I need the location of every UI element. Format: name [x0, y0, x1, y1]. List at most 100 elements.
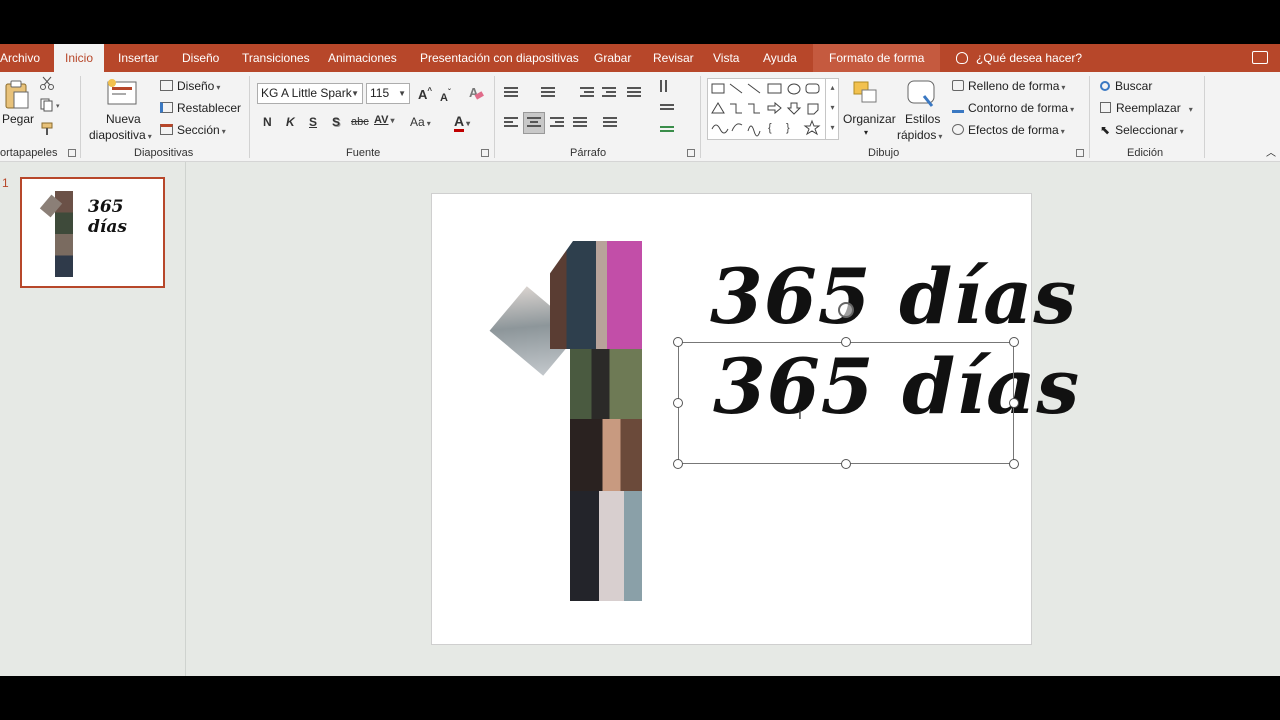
effects-icon: [952, 124, 964, 135]
tab-vista[interactable]: Vista: [713, 44, 739, 72]
comments-icon[interactable]: [1252, 51, 1268, 64]
shadow-button[interactable]: S: [332, 115, 340, 129]
tab-transiciones[interactable]: Transiciones: [242, 44, 310, 72]
tab-presentacion[interactable]: Presentación con diapositivas: [420, 44, 579, 72]
slide-thumbnail[interactable]: 365 días: [20, 177, 165, 288]
tab-ayuda[interactable]: Ayuda: [763, 44, 797, 72]
powerpoint-window: Archivo Inicio Insertar Diseño Transicio…: [0, 44, 1280, 676]
resize-handle-se[interactable]: [1009, 459, 1019, 469]
columns-icon[interactable]: [603, 117, 617, 129]
font-size-combo[interactable]: 115 ▼: [366, 83, 410, 104]
grow-font-label: A: [418, 87, 428, 102]
align-center-icon: [527, 117, 541, 129]
tell-me-box[interactable]: ¿Qué desea hacer?: [956, 44, 1082, 72]
line-spacing-icon[interactable]: [627, 87, 641, 99]
svg-text:{: {: [768, 122, 772, 134]
shapes-gallery[interactable]: { }: [707, 78, 839, 140]
collage-photo-couple-top[interactable]: [550, 241, 642, 349]
clear-formatting-icon[interactable]: A: [468, 85, 484, 104]
collage-photo-walk[interactable]: [570, 349, 642, 419]
reset-button[interactable]: Restablecer: [160, 101, 241, 115]
justify-icon[interactable]: [573, 117, 587, 129]
resize-handle-ne[interactable]: [1009, 337, 1019, 347]
align-text-icon[interactable]: [660, 104, 674, 112]
paint-bucket-icon: [952, 80, 964, 91]
select-label: Seleccionar: [1115, 123, 1178, 137]
replace-button[interactable]: Reemplazar ▾: [1100, 101, 1193, 115]
layout-button[interactable]: Diseño ▾: [160, 79, 220, 93]
tab-insertar[interactable]: Insertar: [118, 44, 159, 72]
smartart-icon[interactable]: [660, 126, 674, 134]
shrink-font-button[interactable]: Aˇ: [440, 88, 451, 104]
resize-handle-sw[interactable]: [673, 459, 683, 469]
resize-handle-nw[interactable]: [673, 337, 683, 347]
italic-button[interactable]: K: [286, 115, 295, 129]
scissors-icon[interactable]: [40, 76, 54, 93]
nueva-diapositiva-button[interactable]: diapositiva ▾: [89, 128, 152, 142]
shape-effects-button[interactable]: Efectos de forma ▾: [952, 123, 1065, 137]
slide-canvas[interactable]: 365 días 365 días I: [431, 193, 1079, 645]
clipboard-group-label: ortapapeles: [0, 147, 58, 159]
organizar-button[interactable]: Organizar: [843, 112, 896, 126]
quick-styles-button[interactable]: rápidos ▾: [897, 128, 942, 142]
change-case-label: Aa: [410, 115, 425, 129]
paragraph-launcher[interactable]: [687, 149, 695, 157]
font-launcher[interactable]: [481, 149, 489, 157]
rotate-handle-icon[interactable]: [838, 302, 854, 318]
shrink-font-label: A: [440, 92, 448, 104]
reset-label: Restablecer: [177, 101, 242, 115]
tab-formato-forma[interactable]: Formato de forma: [813, 44, 941, 72]
tab-animaciones[interactable]: Animaciones: [328, 44, 397, 72]
shape-outline-button[interactable]: Contorno de forma ▾: [952, 101, 1074, 115]
grow-font-button[interactable]: A^: [418, 86, 432, 102]
bullets-icon[interactable]: [504, 87, 518, 99]
resize-handle-s[interactable]: [841, 459, 851, 469]
find-button[interactable]: Buscar: [1100, 79, 1152, 93]
text-direction-icon[interactable]: [660, 80, 674, 97]
format-painter-icon[interactable]: [40, 122, 54, 139]
pegar-label: Pegar: [2, 112, 35, 126]
selected-textbox-frame[interactable]: [678, 342, 1014, 464]
char-spacing-label: AV: [374, 114, 389, 126]
align-right-icon[interactable]: [550, 117, 564, 129]
font-size-value: 115: [370, 86, 390, 100]
select-button[interactable]: ⬉ Seleccionar ▾: [1100, 123, 1184, 137]
shape-fill-button[interactable]: Relleno de forma ▾: [952, 79, 1065, 93]
tell-me-text: ¿Qué desea hacer?: [976, 51, 1083, 65]
char-spacing-button[interactable]: AV ▾: [374, 114, 394, 126]
font-color-button[interactable]: A ▾: [454, 113, 470, 132]
paste-icon[interactable]: [4, 80, 30, 113]
section-button[interactable]: Sección ▾: [160, 123, 226, 137]
title-text-top[interactable]: 365 días: [710, 252, 1077, 341]
align-left-icon[interactable]: [504, 117, 518, 129]
shapes-scroll[interactable]: ▴ ▾ ▾: [825, 78, 839, 140]
new-slide-icon[interactable]: [106, 78, 138, 109]
collage-photo-wedding[interactable]: [570, 491, 642, 601]
strikethrough-button[interactable]: abc: [351, 116, 369, 128]
collage-photo-kiss[interactable]: [570, 419, 642, 491]
resize-handle-w[interactable]: [673, 398, 683, 408]
tab-revisar[interactable]: Revisar: [653, 44, 694, 72]
clipboard-launcher[interactable]: [68, 149, 76, 157]
copy-icon[interactable]: ▾: [40, 98, 64, 115]
font-name-combo[interactable]: KG A Little Spark ▼: [257, 83, 363, 104]
change-case-button[interactable]: Aa ▾: [410, 115, 431, 129]
separator: [700, 76, 701, 158]
tab-grabar[interactable]: Grabar: [594, 44, 631, 72]
numbering-icon[interactable]: [541, 87, 555, 99]
increase-indent-icon[interactable]: [602, 87, 616, 99]
resize-handle-e[interactable]: [1009, 398, 1019, 408]
collapse-ribbon-icon[interactable]: ︿: [1266, 144, 1276, 159]
editing-group-label: Edición: [1127, 147, 1164, 159]
bold-button[interactable]: N: [263, 115, 272, 129]
underline-button[interactable]: S: [309, 115, 317, 129]
decrease-indent-icon[interactable]: [580, 87, 594, 99]
resize-handle-n[interactable]: [841, 337, 851, 347]
quick-styles-icon[interactable]: [906, 78, 936, 113]
arrange-icon[interactable]: [852, 80, 882, 111]
drawing-launcher[interactable]: [1076, 149, 1084, 157]
lightbulb-icon: [956, 52, 968, 64]
tab-diseno[interactable]: Diseño: [182, 44, 219, 72]
tab-archivo[interactable]: Archivo: [0, 44, 40, 72]
tab-inicio[interactable]: Inicio: [54, 44, 105, 72]
